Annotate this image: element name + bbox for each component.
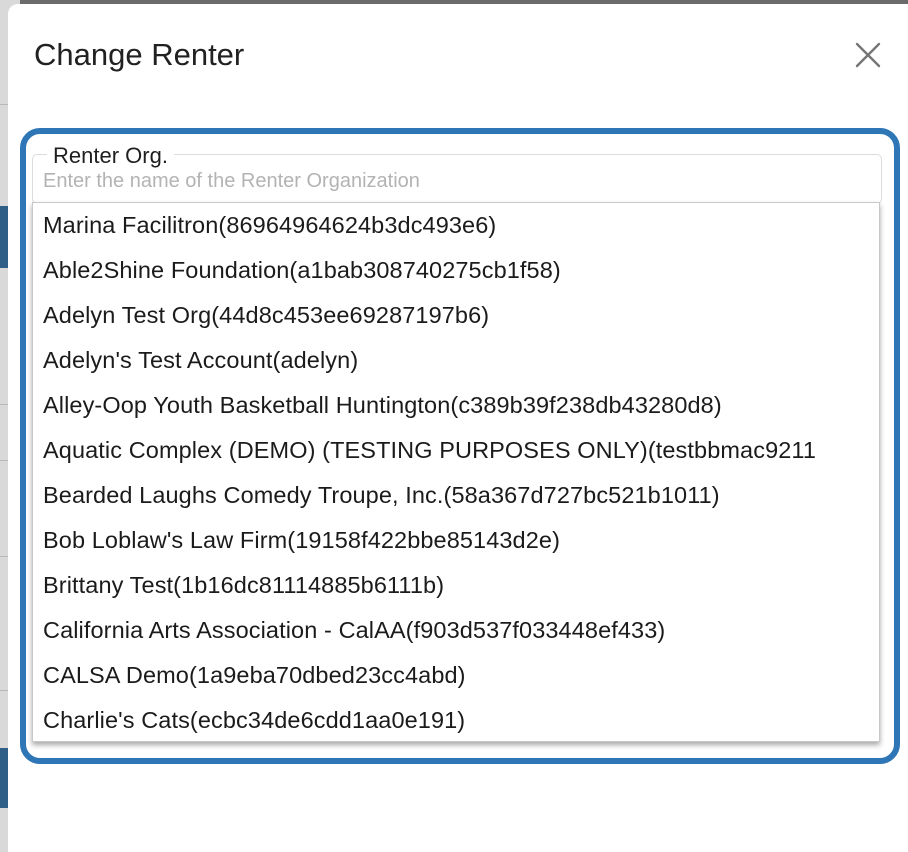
renter-org-label: Renter Org. [47, 145, 174, 167]
renter-option[interactable]: Bearded Laughs Comedy Troupe, Inc.(58a36… [33, 473, 879, 518]
renter-option[interactable]: CALSA Demo(1a9eba70dbed23cc4abd) [33, 653, 879, 698]
close-button[interactable] [848, 35, 888, 75]
screen: Change Renter Renter Org. Marina Facilit… [0, 0, 908, 852]
background-accent [0, 206, 8, 268]
renter-org-suggestions[interactable]: Marina Facilitron(86964964624b3dc493e6) A… [32, 202, 880, 742]
change-renter-dialog: Change Renter Renter Org. Marina Facilit… [8, 4, 908, 852]
renter-option[interactable]: Adelyn's Test Account(adelyn) [33, 338, 879, 383]
renter-org-focus-ring: Renter Org. Marina Facilitron(8696496462… [20, 128, 900, 764]
renter-option[interactable]: Alley-Oop Youth Basketball Huntington(c3… [33, 383, 879, 428]
renter-option[interactable]: California Arts Association - CalAA(f903… [33, 608, 879, 653]
renter-option[interactable]: Aquatic Complex (DEMO) (TESTING PURPOSES… [33, 428, 879, 473]
close-icon [848, 35, 888, 75]
dialog-title: Change Renter [34, 37, 245, 72]
background-accent [0, 748, 8, 808]
renter-option[interactable]: Brittany Test(1b16dc81114885b6111b) [33, 563, 879, 608]
renter-option[interactable]: Marina Facilitron(86964964624b3dc493e6) [33, 203, 879, 248]
renter-option[interactable]: Charlie's Cats(ecbc34de6cdd1aa0e191) [33, 698, 879, 741]
renter-option[interactable]: Able2Shine Foundation(a1bab308740275cb1f… [33, 248, 879, 293]
renter-org-field: Renter Org. [32, 145, 882, 204]
renter-option[interactable]: Adelyn Test Org(44d8c453ee69287197b6) [33, 293, 879, 338]
renter-option[interactable]: Bob Loblaw's Law Firm(19158f422bbe85143d… [33, 518, 879, 563]
renter-org-input[interactable] [43, 167, 863, 195]
